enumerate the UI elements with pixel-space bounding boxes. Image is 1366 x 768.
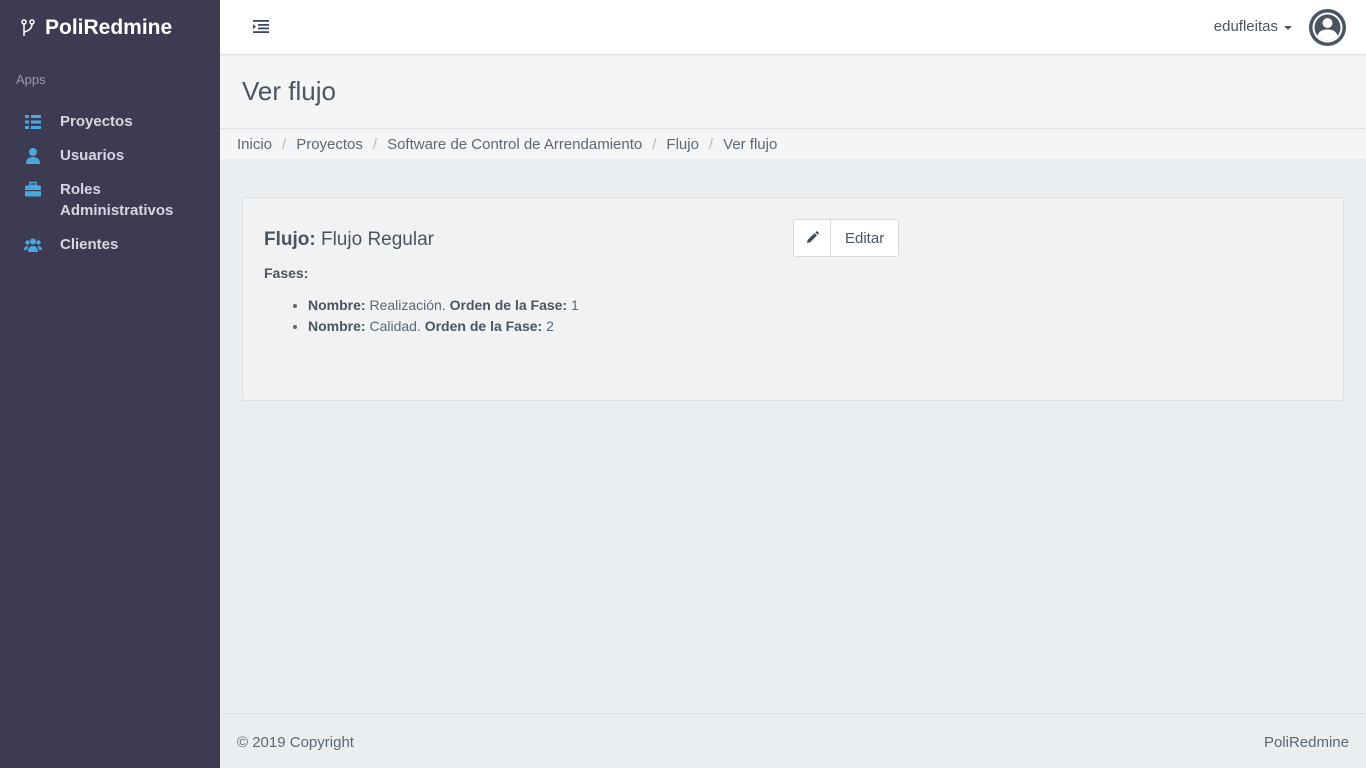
breadcrumb-separator: / [282, 135, 287, 153]
page-header: Ver flujo [220, 56, 1366, 129]
edit-button[interactable]: Editar [793, 219, 900, 257]
breadcrumb-item-ver-flujo: Ver flujo [723, 135, 778, 153]
caret-down-icon [1284, 25, 1292, 30]
branch-icon [21, 18, 35, 36]
phase-name: Calidad. [369, 318, 421, 334]
user-dropdown[interactable]: edufleitas [1214, 18, 1292, 35]
phase-name-label: Nombre: [308, 318, 366, 334]
flow-name: Flujo Regular [320, 229, 434, 250]
page-title: Ver flujo [242, 76, 336, 106]
user-circle-icon[interactable] [1309, 9, 1346, 46]
brand-name: PoliRedmine [45, 15, 173, 39]
pencil-icon [794, 220, 831, 256]
breadcrumb-item-proyecto[interactable]: Software de Control de Arrendamiento [387, 136, 642, 153]
phase-order: 2 [546, 318, 554, 334]
sidebar-item-roles-administrativos[interactable]: Roles Administrativos [0, 179, 220, 221]
sidebar-section-label: Apps [16, 72, 46, 87]
breadcrumb-separator: / [652, 135, 657, 153]
phase-order-label: Orden de la Fase: [449, 297, 568, 313]
phases-label: Fases: [264, 265, 309, 281]
users-icon [24, 238, 42, 252]
user-icon [26, 148, 40, 164]
sidebar-item-label: Clientes [60, 236, 119, 253]
copyright-text: © 2019 Copyright [237, 734, 354, 751]
list-item: Nombre: Realización. Orden de la Fase: 1 [308, 295, 579, 316]
sidebar-item-clientes[interactable]: Clientes [0, 234, 220, 255]
sidebar-item-label: Proyectos [60, 113, 133, 130]
top-navbar: edufleitas [220, 0, 1366, 55]
phase-order: 1 [570, 297, 579, 313]
breadcrumb-separator: / [708, 135, 714, 153]
sidebar-item-label: Roles Administrativos [60, 181, 174, 219]
username: edufleitas [1213, 18, 1278, 35]
sidebar: PoliRedmine Apps Proyectos Usuarios Role… [0, 0, 220, 768]
phase-list: Nombre: Realización. Orden de la Fase: 1… [308, 295, 579, 337]
phase-name-label: Nombre: [308, 297, 366, 313]
footer-brand: PoliRedmine [1263, 734, 1349, 751]
list-item: Nombre: Calidad. Orden de la Fase: 2 [308, 316, 579, 337]
footer: © 2019 Copyright PoliRedmine [220, 713, 1366, 768]
breadcrumb-item-proyectos[interactable]: Proyectos [296, 136, 363, 153]
flow-card: Flujo: Flujo Regular Editar Fases: Nombr… [242, 197, 1344, 401]
flow-label: Flujo: [264, 229, 316, 250]
flow-title: Flujo: Flujo Regular [264, 229, 434, 251]
phase-order-label: Orden de la Fase: [424, 318, 543, 334]
phase-name: Realización. [369, 297, 446, 313]
sidebar-item-label: Usuarios [60, 147, 125, 164]
edit-button-label: Editar [845, 229, 885, 247]
breadcrumb-item-flujo[interactable]: Flujo [666, 136, 699, 153]
list-icon [25, 115, 41, 129]
breadcrumb: Inicio / Proyectos / Software de Control… [220, 129, 1366, 159]
sidebar-item-proyectos[interactable]: Proyectos [0, 111, 220, 132]
breadcrumb-item-inicio[interactable]: Inicio [237, 136, 272, 153]
briefcase-icon [25, 181, 41, 197]
menu-toggle-icon[interactable] [252, 18, 270, 34]
breadcrumb-separator: / [372, 135, 378, 153]
brand-logo[interactable]: PoliRedmine [0, 0, 220, 55]
sidebar-item-usuarios[interactable]: Usuarios [0, 145, 220, 166]
